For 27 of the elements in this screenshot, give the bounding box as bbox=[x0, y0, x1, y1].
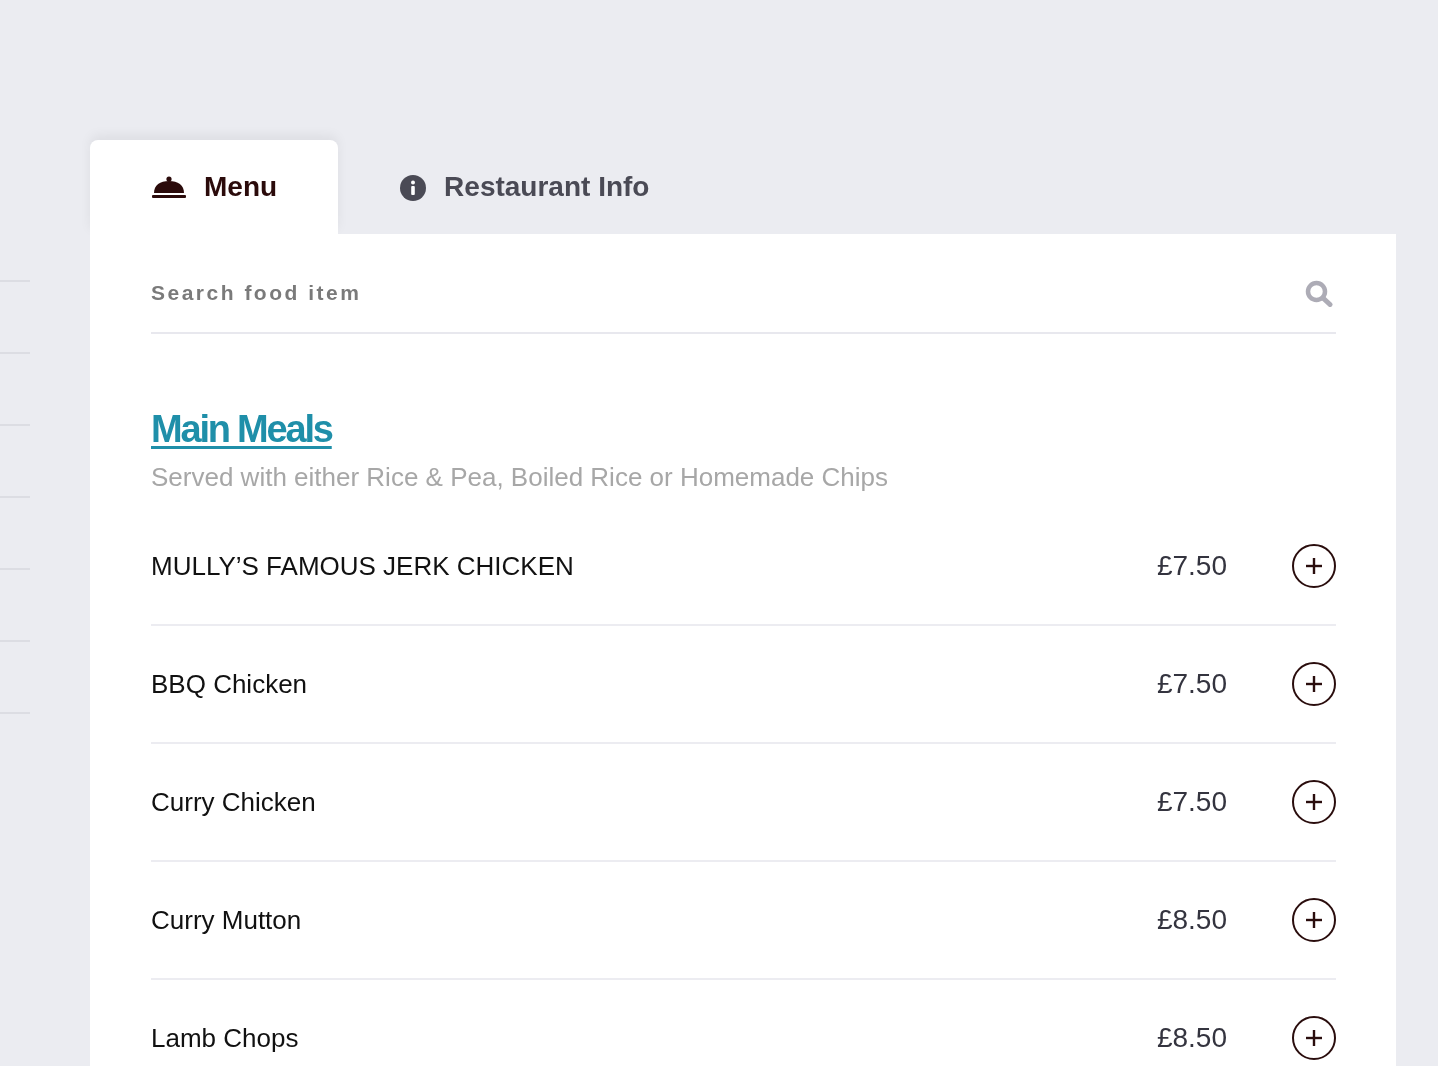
plus-icon bbox=[1306, 558, 1322, 574]
add-button[interactable] bbox=[1292, 898, 1336, 942]
item-name: BBQ Chicken bbox=[151, 668, 309, 700]
cloche-icon bbox=[152, 176, 186, 198]
item-name: Curry Mutton bbox=[151, 904, 303, 936]
item-price: £7.50 bbox=[1156, 786, 1227, 818]
item-price: £8.50 bbox=[1156, 904, 1227, 936]
item-name: Curry Chicken bbox=[151, 786, 317, 818]
item-price: £7.50 bbox=[1156, 550, 1227, 582]
plus-icon bbox=[1306, 676, 1322, 692]
add-button[interactable] bbox=[1292, 780, 1336, 824]
plus-icon bbox=[1306, 1030, 1322, 1046]
item-price: £7.50 bbox=[1156, 668, 1227, 700]
plus-icon bbox=[1306, 912, 1322, 928]
item-name: MULLY’S FAMOUS JERK CHICKEN bbox=[151, 550, 575, 582]
add-button[interactable] bbox=[1292, 544, 1336, 588]
tab[interactable]: Restaurant Info bbox=[338, 140, 711, 234]
section-title: Main Meals bbox=[151, 407, 332, 452]
info-icon bbox=[400, 175, 427, 201]
add-button[interactable] bbox=[1292, 1016, 1336, 1060]
section-subtitle: Served with either Rice & Pea, Boiled Rice or Homemade Chips bbox=[151, 462, 888, 492]
item-name: Lamb Chops bbox=[151, 1022, 300, 1054]
item-price: £8.50 bbox=[1156, 1022, 1227, 1054]
add-button[interactable] bbox=[1292, 662, 1336, 706]
search-field[interactable]: Search food item bbox=[151, 273, 1305, 313]
plus-icon bbox=[1306, 794, 1322, 810]
tab[interactable]: Menu bbox=[90, 140, 339, 234]
